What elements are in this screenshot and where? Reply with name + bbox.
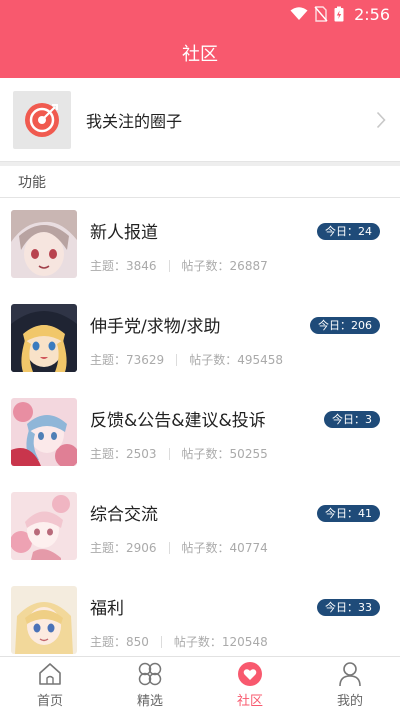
post-count: 帖子数：50255 — [181, 447, 268, 461]
forum-stats: 主题：850 帖子数：120548 — [90, 633, 268, 650]
heart-bubble-icon — [238, 661, 262, 686]
forum-stats: 主题：2906 帖子数：40774 — [90, 539, 268, 556]
my-circles-row[interactable]: 我关注的圈子 — [0, 78, 400, 162]
stat-divider — [168, 259, 170, 272]
today-count-badge: 今日：33 — [317, 599, 380, 616]
forum-avatar — [11, 586, 77, 654]
forum-name: 伸手党/求物/求助 — [90, 317, 221, 337]
forum-item[interactable]: 福利 主题：850 帖子数：120548 今日：33 — [0, 574, 400, 668]
forum-name: 福利 — [90, 599, 124, 619]
post-count: 帖子数：120548 — [173, 635, 268, 649]
forum-item[interactable]: 伸手党/求物/求助 主题：73629 帖子数：495458 今日：206 — [0, 292, 400, 386]
forum-list: 新人报道 主题：3846 帖子数：26887 今日：24 伸手党/求物/求助 主 — [0, 198, 400, 668]
stat-divider — [176, 353, 178, 366]
tab-home[interactable]: 首页 — [0, 657, 100, 712]
tab-label: 我的 — [336, 693, 363, 709]
home-icon — [39, 662, 61, 685]
tab-label: 社区 — [236, 693, 263, 709]
forum-item[interactable]: 综合交流 主题：2906 帖子数：40774 今日：41 — [0, 480, 400, 574]
page-title: 社区 — [182, 44, 218, 65]
forum-item[interactable]: 新人报道 主题：3846 帖子数：26887 今日：24 — [0, 198, 400, 292]
post-count: 帖子数：40774 — [181, 541, 268, 555]
today-count-badge: 今日：206 — [310, 317, 380, 334]
section-label: 功能 — [18, 174, 46, 191]
stat-divider — [168, 447, 170, 460]
topic-count: 主题：3846 — [90, 259, 157, 273]
post-count: 帖子数：495458 — [189, 353, 283, 367]
no-sim-icon — [314, 6, 328, 22]
tab-label: 首页 — [36, 693, 63, 709]
person-icon — [339, 661, 361, 686]
topic-count: 主题：2503 — [90, 447, 157, 461]
status-icons: 2:56 — [290, 4, 390, 24]
my-circles-label: 我关注的圈子 — [86, 111, 183, 131]
forum-name: 综合交流 — [90, 505, 158, 525]
app-bar: 社区 — [0, 28, 400, 78]
forum-name: 新人报道 — [90, 223, 158, 243]
forum-avatar — [11, 304, 77, 372]
forum-avatar — [11, 492, 77, 560]
forum-stats: 主题：2503 帖子数：50255 — [90, 445, 268, 462]
topic-count: 主题：2906 — [90, 541, 157, 555]
forum-stats: 主题：73629 帖子数：495458 — [90, 351, 283, 368]
status-time: 2:56 — [354, 4, 390, 24]
today-count-badge: 今日：41 — [317, 505, 380, 522]
today-count-badge: 今日：3 — [324, 411, 380, 428]
bottom-tab-bar: 首页 精选 社区 我的 — [0, 656, 400, 712]
forum-item[interactable]: 反馈&公告&建议&投诉 主题：2503 帖子数：50255 今日：3 — [0, 386, 400, 480]
topic-count: 主题：850 — [90, 635, 149, 649]
tab-community[interactable]: 社区 — [200, 657, 300, 712]
status-bar: 2:56 — [0, 0, 400, 28]
topic-count: 主题：73629 — [90, 353, 165, 367]
target-icon — [13, 90, 71, 149]
post-count: 帖子数：26887 — [181, 259, 268, 273]
clover-icon — [138, 662, 162, 685]
section-header: 功能 — [0, 166, 400, 198]
battery-charging-icon — [334, 6, 344, 22]
forum-name: 反馈&公告&建议&投诉 — [90, 411, 266, 431]
tab-featured[interactable]: 精选 — [100, 657, 200, 712]
chevron-right-icon — [376, 111, 386, 128]
forum-stats: 主题：3846 帖子数：26887 — [90, 257, 268, 274]
stat-divider — [160, 635, 162, 648]
stat-divider — [168, 541, 170, 554]
forum-avatar — [11, 398, 77, 466]
tab-profile[interactable]: 我的 — [300, 657, 400, 712]
today-count-badge: 今日：24 — [317, 223, 380, 240]
wifi-icon — [290, 7, 308, 20]
forum-avatar — [11, 210, 77, 278]
tab-label: 精选 — [136, 693, 163, 709]
